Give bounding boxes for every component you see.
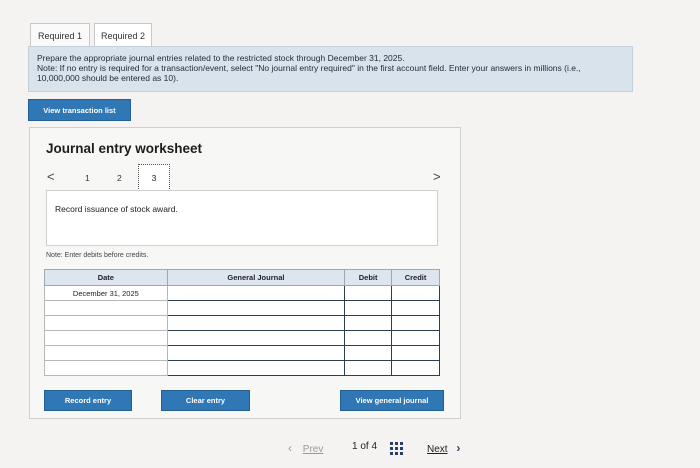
table-row: December 31, 2025 [44, 285, 440, 301]
account-input[interactable] [166, 360, 346, 376]
credit-input[interactable] [391, 345, 440, 361]
account-input[interactable] [166, 345, 346, 361]
step-3: 3 [151, 172, 157, 183]
view-transaction-list-button[interactable]: View transaction list [28, 99, 131, 121]
debit-input[interactable] [344, 345, 393, 361]
debit-input[interactable] [344, 315, 393, 331]
debit-input[interactable] [344, 285, 393, 301]
pager-status: 1 of 4 [352, 441, 378, 452]
record-entry-button[interactable]: Record entry [44, 390, 132, 411]
table-row [44, 360, 440, 376]
pager-prev-label: Prev [302, 444, 324, 455]
chevron-right-icon[interactable]: > [433, 169, 441, 184]
header-date: Date [44, 269, 168, 286]
view-general-journal-label: View general journal [355, 396, 429, 405]
pager-next-label: Next [427, 444, 448, 455]
header-credit: Credit [391, 269, 440, 286]
tab-label: Required 1 [37, 30, 83, 41]
pager-next-button[interactable]: Next › [427, 441, 460, 455]
tab-required-1[interactable]: Required 1 [30, 23, 90, 47]
debits-credits-note: Note: Enter debits before credits. [46, 252, 149, 259]
tab-label: Required 2 [100, 30, 146, 41]
table-row [44, 300, 440, 316]
credit-input[interactable] [391, 360, 440, 376]
account-input[interactable] [166, 315, 346, 331]
journal-table: Date General Journal Debit Credit Decemb… [44, 269, 440, 376]
instructions-box: Prepare the appropriate journal entries … [28, 46, 633, 92]
account-input[interactable] [166, 300, 346, 316]
record-entry-label: Record entry [64, 396, 112, 405]
table-header-row: Date General Journal Debit Credit [44, 269, 440, 286]
header-debit: Debit [344, 269, 393, 286]
account-input[interactable] [166, 285, 346, 301]
date-cell [44, 315, 168, 331]
tab-required-2[interactable]: Required 2 [94, 23, 152, 47]
view-general-journal-button[interactable]: View general journal [340, 390, 444, 411]
date-cell [44, 300, 168, 316]
table-row [44, 330, 440, 346]
debit-input[interactable] [344, 300, 393, 316]
step-1[interactable]: 1 [85, 173, 90, 183]
chevron-left-icon: ‹ [288, 441, 292, 455]
credit-input[interactable] [391, 300, 440, 316]
pager-prev-button[interactable]: ‹ Prev [288, 441, 323, 455]
chevron-right-icon: › [456, 441, 461, 455]
entry-description-box: Record issuance of stock award. [46, 190, 438, 246]
view-transaction-list-label: View transaction list [43, 105, 116, 115]
debit-input[interactable] [344, 360, 393, 376]
entry-description: Record issuance of stock award. [55, 204, 178, 214]
table-row [44, 315, 440, 331]
credit-input[interactable] [391, 315, 440, 331]
page-grid-icon[interactable] [390, 442, 403, 455]
date-cell [44, 330, 168, 346]
step-3-current[interactable]: 3 [138, 164, 170, 191]
debit-input[interactable] [344, 330, 393, 346]
table-row [44, 345, 440, 361]
chevron-left-icon[interactable]: < [47, 169, 55, 184]
credit-input[interactable] [391, 330, 440, 346]
date-cell [44, 360, 168, 376]
date-cell [44, 345, 168, 361]
header-general-journal: General Journal [166, 269, 346, 286]
clear-entry-button[interactable]: Clear entry [161, 390, 250, 411]
instructions-note: Note: If no entry is required for a tran… [37, 63, 581, 83]
clear-entry-label: Clear entry [185, 396, 226, 405]
journal-entry-worksheet: Journal entry worksheet < 1 2 3 > Record… [29, 127, 461, 419]
instructions-main: Prepare the appropriate journal entries … [37, 53, 405, 63]
step-2[interactable]: 2 [117, 173, 122, 183]
date-cell[interactable]: December 31, 2025 [44, 285, 168, 301]
account-input[interactable] [166, 330, 346, 346]
worksheet-title: Journal entry worksheet [46, 141, 203, 156]
credit-input[interactable] [391, 285, 440, 301]
